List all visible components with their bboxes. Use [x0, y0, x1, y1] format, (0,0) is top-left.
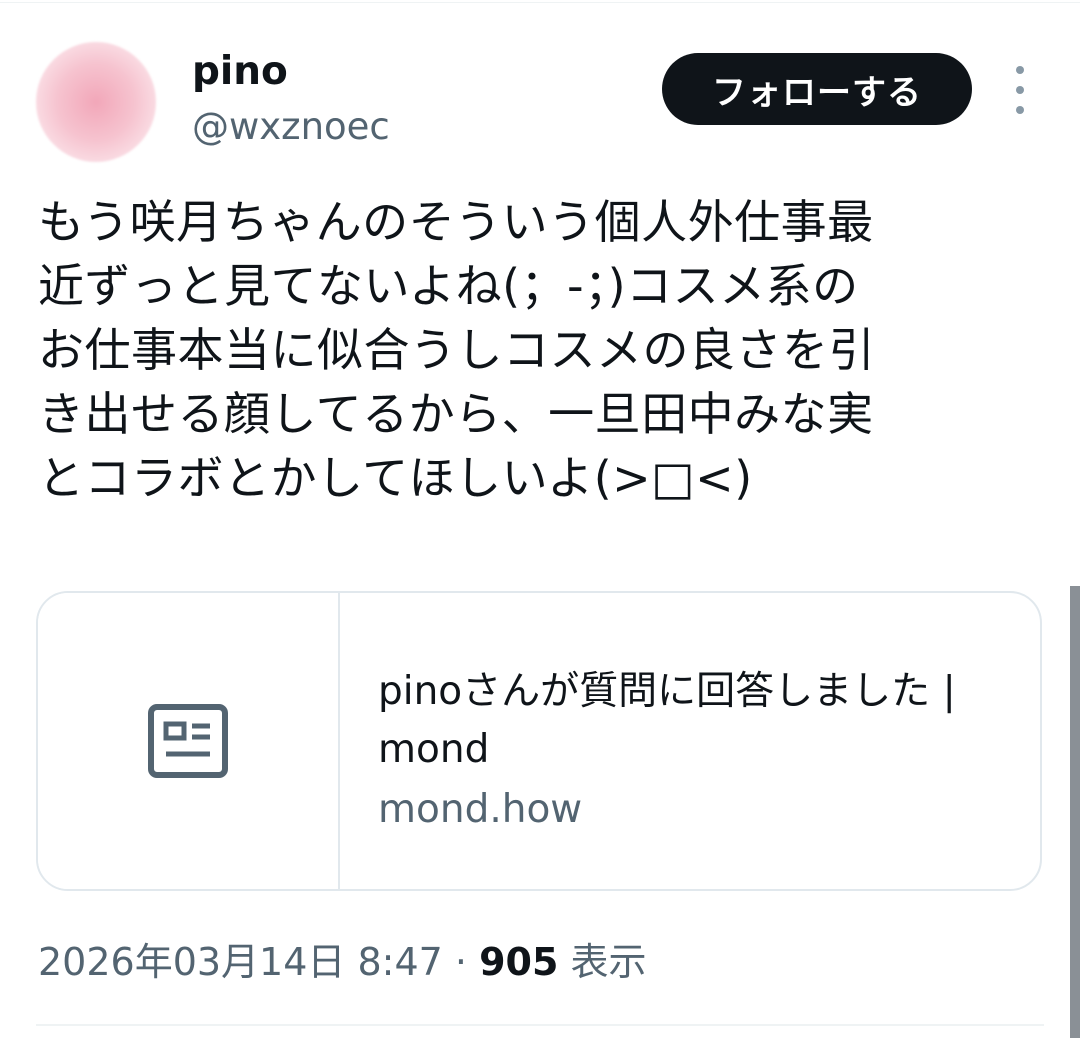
link-card-thumbnail	[38, 593, 340, 889]
link-card-domain: mond.how	[378, 787, 583, 832]
scrollbar[interactable]	[1070, 586, 1080, 1038]
meta-separator: ·	[454, 940, 468, 984]
avatar[interactable]	[36, 42, 156, 162]
views-label: 表示	[570, 940, 647, 984]
more-dot-icon	[1016, 86, 1024, 94]
tweet-detail-page: pino @wxznoec フォローする もう咲月ちゃんのそういう個人外仕事最 …	[0, 0, 1080, 1038]
author-handle[interactable]: @wxznoec	[192, 102, 390, 152]
link-card-body: pinoさんが質問に回答しました | mond mond.how	[340, 593, 1040, 889]
more-dot-icon	[1016, 66, 1024, 74]
top-divider	[0, 2, 1080, 3]
more-dot-icon	[1016, 106, 1024, 114]
link-card-title: pinoさんが質問に回答しました | mond	[378, 669, 956, 772]
more-options-button[interactable]	[1000, 66, 1040, 114]
tweet-text: もう咲月ちゃんのそういう個人外仕事最 近ずっと見てないよね(；-；)コスメ系の …	[38, 195, 875, 505]
link-card[interactable]: pinoさんが質問に回答しました | mond mond.how	[36, 591, 1042, 891]
article-icon	[148, 704, 228, 778]
follow-button[interactable]: フォローする	[662, 53, 972, 125]
author-name[interactable]: pino	[192, 46, 288, 98]
timestamp[interactable]: 2026年03月14日 8:47	[38, 940, 443, 984]
views-count: 905	[479, 940, 559, 984]
bottom-divider	[36, 1024, 1044, 1026]
tweet-meta: 2026年03月14日 8:47 · 905 表示	[38, 935, 647, 989]
